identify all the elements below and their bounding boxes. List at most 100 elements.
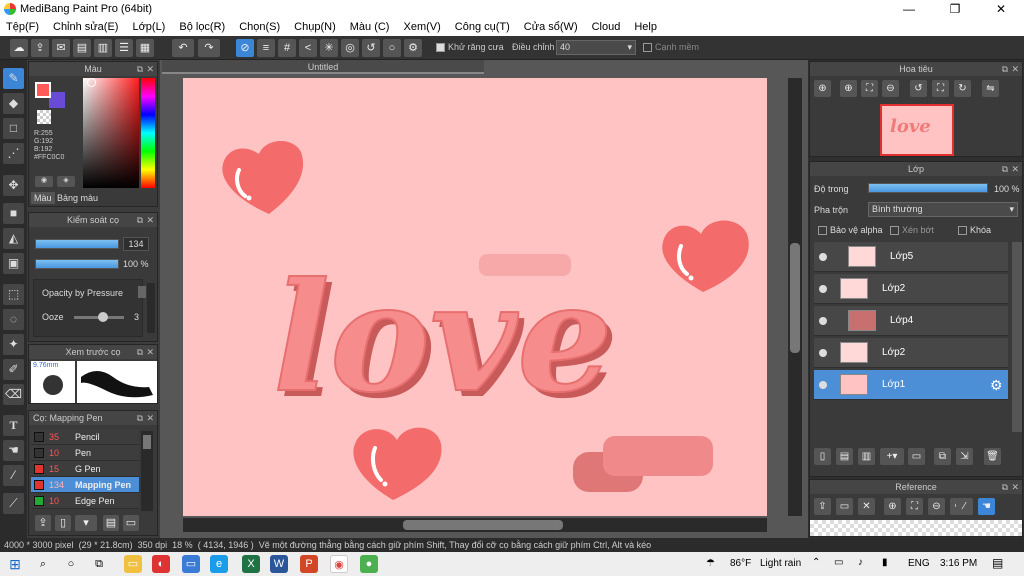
- open-reference-icon[interactable]: ▭: [836, 498, 853, 515]
- reference-canvas[interactable]: [810, 520, 1022, 536]
- eraser-tool-icon[interactable]: ◆: [3, 93, 24, 114]
- eyedropper-tool-icon[interactable]: ⁄: [3, 465, 24, 486]
- hue-slider[interactable]: [141, 78, 155, 188]
- brush-item[interactable]: 134 Mapping Pen: [31, 477, 139, 493]
- brush-control-scrollbar[interactable]: [147, 283, 155, 333]
- menu-select[interactable]: Chọn(S): [239, 21, 280, 33]
- close-icon[interactable]: ✕: [1011, 62, 1019, 76]
- menu-cloud[interactable]: Cloud: [592, 21, 621, 33]
- brush-size-slider[interactable]: [35, 239, 119, 249]
- tab-palette[interactable]: Bảng màu: [57, 193, 98, 203]
- blend-mode-select[interactable]: Bình thường ▾: [868, 202, 1018, 217]
- clock[interactable]: 3:16 PM: [940, 558, 977, 569]
- zoom-out-icon[interactable]: ⊖: [928, 498, 945, 515]
- vertical-scroll-thumb[interactable]: [790, 243, 800, 353]
- upload-brush-icon[interactable]: ⇪: [35, 515, 51, 531]
- lock-checkbox[interactable]: [958, 226, 967, 236]
- menu-color[interactable]: Màu (C): [350, 21, 390, 33]
- layer-list-scrollbar[interactable]: [1012, 242, 1022, 432]
- antialias-option[interactable]: Khử răng cưa: [436, 42, 504, 53]
- visibility-icon[interactable]: [819, 381, 827, 389]
- chrome-icon[interactable]: ◉: [330, 555, 348, 573]
- vanish-snap-icon[interactable]: <: [299, 39, 317, 57]
- layer-row[interactable]: Lớp2: [814, 338, 1008, 368]
- protect-alpha-option[interactable]: Bảo vệ alpha: [818, 225, 883, 236]
- layer-row[interactable]: Lớp5: [814, 242, 1008, 272]
- battery-icon[interactable]: ▮: [882, 557, 888, 568]
- hand-icon[interactable]: ☚: [978, 498, 995, 515]
- redo-icon[interactable]: ↷: [198, 39, 220, 57]
- main-color-swatch[interactable]: [35, 82, 51, 98]
- undock-icon[interactable]: ⧉: [1002, 62, 1008, 76]
- flip-icon[interactable]: ⇋: [982, 80, 999, 97]
- move-tool-icon[interactable]: ✥: [3, 175, 24, 196]
- maximize-button[interactable]: ❐: [932, 0, 978, 18]
- swap-icon[interactable]: ◈: [57, 176, 75, 187]
- visibility-icon[interactable]: [819, 349, 827, 357]
- fit-icon[interactable]: ⛶: [906, 498, 923, 515]
- brush-item[interactable]: 35 Pencil: [31, 429, 139, 445]
- horizontal-scrollbar[interactable]: [183, 518, 767, 532]
- search-icon[interactable]: ⌕: [34, 555, 52, 573]
- tab-color[interactable]: Màu: [31, 192, 55, 204]
- fill-shape-tool-icon[interactable]: ■: [3, 203, 24, 224]
- folder-icon[interactable]: ▭: [908, 448, 925, 465]
- menu-tools[interactable]: Công cụ(T): [455, 21, 510, 33]
- close-icon[interactable]: ✕: [146, 345, 154, 359]
- duplicate-layer-icon[interactable]: ▤: [836, 448, 853, 465]
- add-layer-menu-icon[interactable]: +▾: [880, 448, 904, 465]
- volume-icon[interactable]: ♪: [858, 557, 863, 568]
- language-indicator[interactable]: ENG: [908, 558, 930, 569]
- brush-size-input[interactable]: 134: [123, 237, 149, 251]
- visibility-icon[interactable]: [819, 285, 827, 293]
- palette-icon[interactable]: ◉: [35, 176, 53, 187]
- close-icon[interactable]: ✕: [1011, 162, 1019, 176]
- hand-zoom-tool-icon[interactable]: ☚: [3, 440, 24, 461]
- transfer-layer-icon[interactable]: ⇲: [956, 448, 973, 465]
- brush-opacity-slider[interactable]: [35, 259, 119, 269]
- soft-edge-option[interactable]: Cạnh mềm: [643, 42, 699, 53]
- ooze-slider-handle[interactable]: [98, 312, 108, 322]
- close-icon[interactable]: ✕: [1011, 480, 1019, 494]
- circle-snap-icon[interactable]: ○: [383, 39, 401, 57]
- brush-item[interactable]: 10 Pen: [31, 445, 139, 461]
- brush-tool-icon[interactable]: ✎: [3, 68, 24, 89]
- layer-row[interactable]: Lớp4: [814, 306, 1008, 336]
- undock-icon[interactable]: ⧉: [137, 62, 143, 76]
- curve-snap-icon[interactable]: ↺: [362, 39, 380, 57]
- merge-layer-icon[interactable]: ⧉: [934, 448, 951, 465]
- task-view-icon[interactable]: ⧉: [90, 555, 108, 573]
- undock-icon[interactable]: ⧉: [137, 345, 143, 359]
- visibility-icon[interactable]: [819, 253, 827, 261]
- eyedropper-icon[interactable]: ⁄: [956, 498, 973, 515]
- soft-edge-checkbox[interactable]: [643, 43, 652, 53]
- horizontal-scroll-thumb[interactable]: [403, 520, 563, 530]
- zoom-in-alt-icon[interactable]: ⊕: [840, 80, 857, 97]
- parallel-snap-icon[interactable]: ≡: [257, 39, 275, 57]
- comment-icon[interactable]: ✉: [52, 39, 70, 57]
- brush-list-scrollbar[interactable]: [141, 431, 153, 511]
- close-reference-icon[interactable]: ✕: [858, 498, 875, 515]
- upload-reference-icon[interactable]: ⇪: [814, 498, 831, 515]
- gear-icon[interactable]: ⚙: [990, 377, 1003, 394]
- menu-view[interactable]: Xem(V): [403, 21, 440, 33]
- medibang-taskbar-icon[interactable]: ●: [360, 555, 378, 573]
- gradient-tool-icon[interactable]: ▣: [3, 253, 24, 274]
- magic-wand-tool-icon[interactable]: ✦: [3, 334, 24, 355]
- menu-help[interactable]: Help: [634, 21, 657, 33]
- document-icon[interactable]: ▤: [73, 39, 91, 57]
- windows-start-icon[interactable]: ⊞: [6, 555, 24, 573]
- cortana-icon[interactable]: ○: [62, 555, 80, 573]
- new-brush-icon[interactable]: ▯: [55, 515, 71, 531]
- upload-icon[interactable]: ⇪: [31, 39, 49, 57]
- add-brush-icon[interactable]: ▾: [75, 515, 97, 531]
- close-icon[interactable]: ✕: [146, 411, 154, 425]
- rotate-left-icon[interactable]: ↺: [910, 80, 927, 97]
- minimize-button[interactable]: —: [886, 0, 932, 18]
- menu-window[interactable]: Cửa sổ(W): [524, 21, 578, 33]
- undock-icon[interactable]: ⧉: [137, 411, 143, 425]
- file-explorer-icon[interactable]: ▭: [124, 555, 142, 573]
- layer-row[interactable]: Lớp1 ⚙: [814, 370, 1008, 400]
- fit-icon[interactable]: ⛶: [861, 80, 878, 97]
- zoom-out-icon[interactable]: ⊖: [882, 80, 899, 97]
